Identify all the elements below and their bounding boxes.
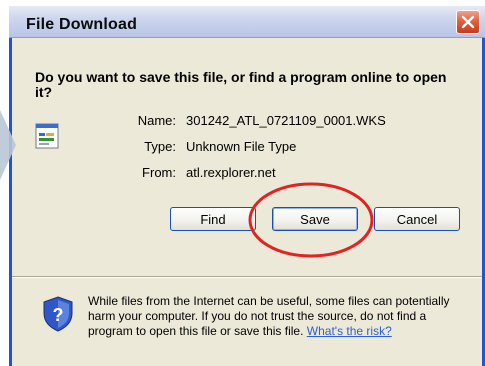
name-value: 301242_ATL_0721109_0001.WKS [186, 113, 386, 128]
from-value: atl.rexplorer.net [186, 165, 276, 180]
section-divider [12, 276, 482, 278]
warning-message: While files from the Internet can be use… [88, 294, 473, 339]
side-arrow-icon [0, 110, 16, 180]
from-label: From: [142, 165, 176, 180]
save-highlight-circle [248, 182, 374, 258]
security-shield-icon: ? [43, 296, 73, 332]
window-title: File Download [26, 16, 138, 33]
type-value: Unknown File Type [186, 139, 297, 154]
cancel-button[interactable]: Cancel [374, 207, 460, 231]
type-label: Type: [144, 139, 176, 154]
file-download-dialog: File Download Do you want to save this f… [0, 0, 485, 366]
warning-text: While files from the Internet can be use… [88, 294, 450, 338]
close-button[interactable] [456, 10, 480, 34]
svg-text:?: ? [53, 305, 64, 325]
document-icon [35, 123, 59, 149]
close-icon [461, 15, 475, 29]
name-label: Name: [137, 113, 176, 128]
title-bar[interactable]: File Download [9, 6, 485, 38]
whats-the-risk-link[interactable]: What's the risk? [307, 324, 392, 338]
find-button[interactable]: Find [170, 207, 256, 231]
question-text: Do you want to save this file, or find a… [35, 69, 447, 100]
